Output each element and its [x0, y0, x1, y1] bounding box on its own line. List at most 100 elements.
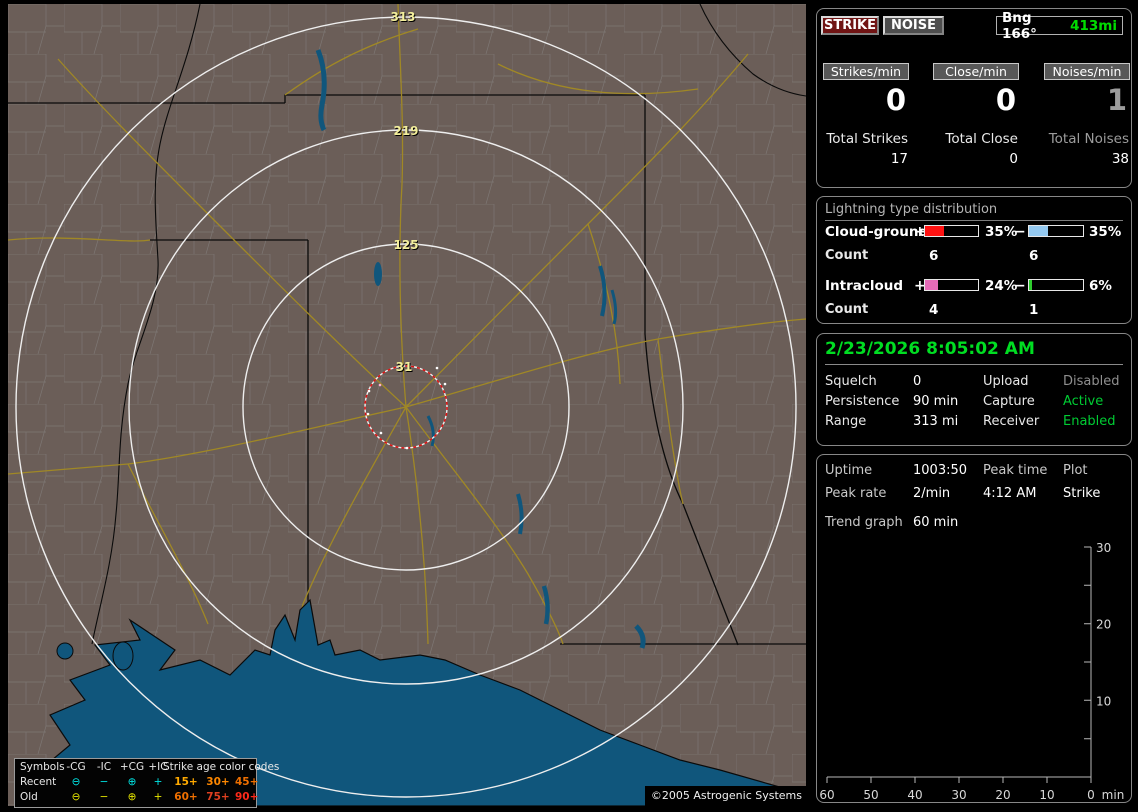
x-tick-40: 40	[907, 788, 922, 802]
ic-pos-bar	[924, 279, 979, 291]
copyright-text: ©2005 Astrogenic Systems	[645, 786, 806, 806]
ring-label-125: 125	[393, 238, 419, 252]
ic-pos-pct: 24%	[985, 278, 1018, 294]
legend-col-ic-neg: -IC	[96, 761, 112, 773]
age-90: 90+	[235, 791, 259, 803]
status-panel: 2/23/2026 8:05:02 AM Squelch 0 Upload Di…	[816, 333, 1132, 446]
total-strikes-label: Total Strikes	[826, 131, 908, 147]
legend-col-cg-pos: +CG	[119, 761, 145, 773]
persistence-value: 90 min	[913, 394, 959, 409]
bearing-distance: 413mi	[1070, 17, 1117, 34]
age-45: 45+	[235, 776, 259, 788]
recent-ic-neg-icon: −	[99, 776, 109, 788]
cg-pos-count: 6	[929, 248, 939, 264]
ic-neg-count: 1	[1029, 302, 1039, 318]
uptime-value: 1003:50	[913, 463, 968, 478]
uptime-label: Uptime	[825, 463, 873, 478]
cg-pos-pct: 35%	[985, 224, 1018, 240]
range-value: 313 mi	[913, 414, 959, 429]
old-ic-neg-icon: −	[99, 791, 109, 803]
total-noises-value: 38	[1111, 151, 1129, 167]
trend-graph-label: Trend graph	[825, 515, 903, 530]
y-tick-20: 20	[1096, 618, 1111, 632]
noises-per-min-value: 1	[1106, 83, 1127, 117]
old-cg-neg-icon: ⊖	[71, 791, 81, 803]
noises-per-min-button[interactable]: Noises/min	[1044, 63, 1130, 80]
x-tick-20: 20	[995, 788, 1010, 802]
age-60: 60+	[174, 791, 198, 803]
trend-graph: 30 20 10 60 50 40 30 20 10 0 min	[819, 541, 1125, 802]
peak-rate-value: 2/min	[913, 486, 951, 501]
recent-cg-pos-icon: ⊕	[127, 776, 137, 788]
legend-col-cg-neg: -CG	[66, 761, 86, 773]
ring-label-313: 313	[390, 10, 416, 24]
bearing-label: Bng 166°	[1002, 9, 1037, 42]
recent-ic-pos-icon: +	[153, 776, 163, 788]
cg-pos-bar	[924, 225, 979, 237]
intracloud-label: Intracloud	[825, 278, 904, 294]
cg-neg-pct: 35%	[1089, 224, 1122, 240]
ic-neg-pct: 6%	[1089, 278, 1112, 294]
ring-label-31: 31	[395, 360, 413, 374]
cloud-ground-label: Cloud-ground	[825, 224, 929, 240]
plot-label: Plot	[1063, 463, 1088, 478]
range-label: Range	[825, 414, 867, 429]
strike-mode-button[interactable]: STRIKE	[821, 16, 879, 35]
x-tick-50: 50	[863, 788, 878, 802]
count-label: Count	[825, 248, 869, 263]
x-tick-30: 30	[951, 788, 966, 802]
squelch-label: Squelch	[825, 374, 877, 389]
noise-mode-button[interactable]: NOISE	[883, 16, 944, 35]
close-per-min-button[interactable]: Close/min	[933, 63, 1019, 80]
legend-age-title: Strike age color codes	[163, 761, 280, 773]
y-tick-30: 30	[1096, 541, 1111, 555]
capture-status: Active	[1063, 394, 1104, 409]
capture-label: Capture	[983, 394, 1035, 409]
x-tick-0: 0	[1087, 788, 1095, 802]
distribution-title: Lightning type distribution	[825, 202, 1123, 221]
x-tick-60: 60	[819, 788, 834, 802]
upload-label: Upload	[983, 374, 1029, 389]
count-label: Count	[825, 302, 869, 317]
minus-sign: −	[1014, 278, 1026, 294]
close-per-min-value: 0	[995, 83, 1016, 117]
legend-row-old-label: Old	[20, 791, 38, 803]
total-close-value: 0	[1009, 151, 1018, 167]
age-30: 30+	[206, 776, 230, 788]
old-ic-pos-icon: +	[153, 791, 163, 803]
age-75: 75+	[206, 791, 230, 803]
map-display[interactable]: 313 219 125 31 Symbols -CG -IC +CG +IC S…	[8, 4, 806, 808]
strike-counters-panel: STRIKE NOISE Bng 166° 413mi Strikes/min …	[816, 8, 1132, 188]
strikes-per-min-button[interactable]: Strikes/min	[823, 63, 909, 80]
symbols-legend: Symbols -CG -IC +CG +IC Strike age color…	[14, 758, 280, 808]
minus-sign: −	[1014, 224, 1026, 240]
peak-rate-label: Peak rate	[825, 486, 887, 501]
peak-time-label: Peak time	[983, 463, 1048, 478]
x-axis-unit: min	[1102, 788, 1125, 802]
ic-neg-bar	[1028, 279, 1084, 291]
trend-panel: Uptime 1003:50 Peak time Plot Peak rate …	[816, 454, 1132, 803]
receiver-label: Receiver	[983, 414, 1040, 429]
cg-neg-count: 6	[1029, 248, 1039, 264]
recent-cg-neg-icon: ⊖	[71, 776, 81, 788]
legend-row-recent-label: Recent	[20, 776, 57, 788]
cg-neg-bar	[1028, 225, 1084, 237]
x-tick-10: 10	[1039, 788, 1054, 802]
strikes-per-min-value: 0	[885, 83, 906, 117]
lightning-distribution-panel: Lightning type distribution Cloud-ground…	[816, 196, 1132, 324]
total-noises-label: Total Noises	[1048, 131, 1129, 147]
ic-pos-count: 4	[929, 302, 939, 318]
y-tick-10: 10	[1096, 694, 1111, 708]
old-cg-pos-icon: ⊕	[127, 791, 137, 803]
upload-status: Disabled	[1063, 374, 1120, 389]
legend-symbols-header: Symbols	[20, 761, 65, 773]
ring-label-219: 219	[393, 124, 419, 138]
datetime-display: 2/23/2026 8:05:02 AM	[825, 339, 1123, 365]
age-15: 15+	[174, 776, 198, 788]
bearing-readout: Bng 166° 413mi	[996, 10, 1123, 42]
persistence-label: Persistence	[825, 394, 900, 409]
trend-axes	[826, 546, 1092, 783]
total-strikes-value: 17	[890, 151, 908, 167]
plot-mode-value: Strike	[1063, 486, 1101, 501]
squelch-value: 0	[913, 374, 922, 389]
